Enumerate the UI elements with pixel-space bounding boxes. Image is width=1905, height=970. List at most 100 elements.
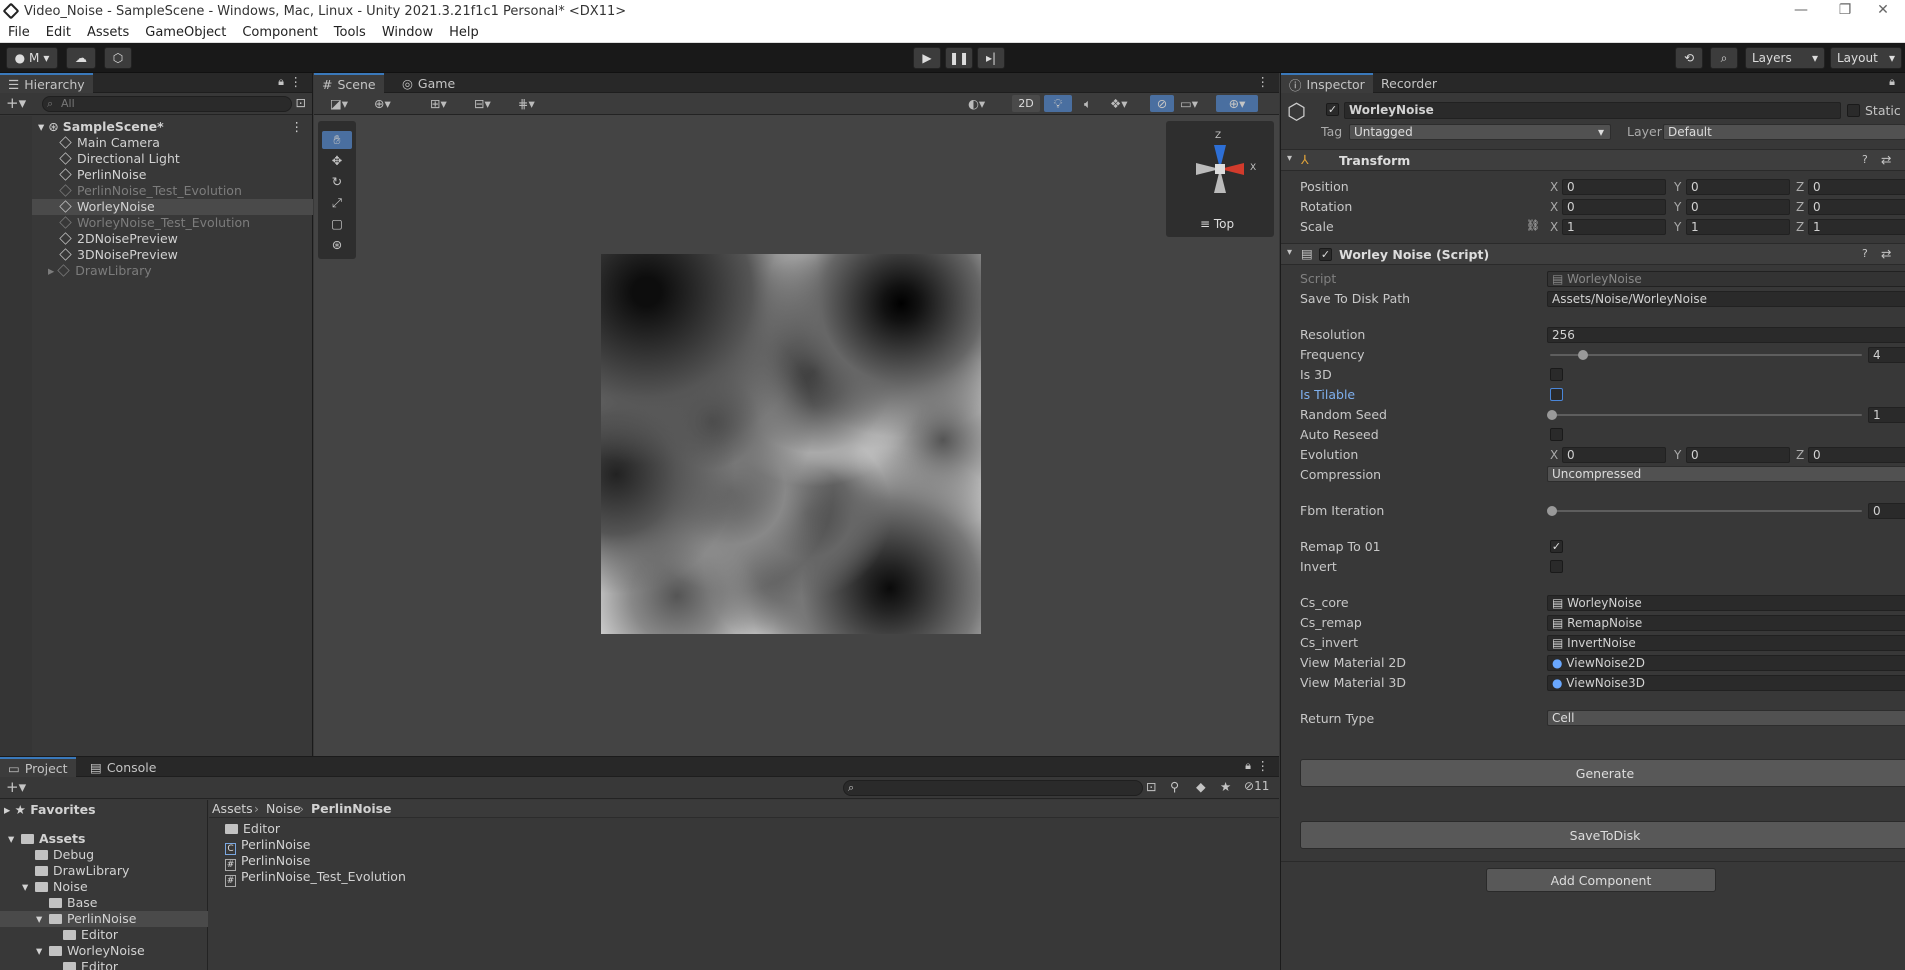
- evolution-x-input[interactable]: 0: [1562, 447, 1666, 463]
- csremap-field[interactable]: ▤ RemapNoise: [1547, 615, 1905, 631]
- fbm-slider-track[interactable]: [1550, 510, 1862, 512]
- cloud-button[interactable]: ☁: [66, 47, 96, 69]
- expand-icon[interactable]: ▾: [36, 911, 49, 927]
- vm3d-field[interactable]: ● ViewNoise3D: [1547, 675, 1905, 691]
- breadcrumb-perlinnoise[interactable]: PerlinNoise: [311, 801, 392, 817]
- pause-button[interactable]: ❚❚: [945, 47, 973, 69]
- menu-help[interactable]: Help: [441, 25, 487, 40]
- active-checkbox[interactable]: ✓: [1326, 103, 1339, 116]
- lock-icon[interactable]: 🔒︎: [278, 75, 284, 89]
- menu-edit[interactable]: Edit: [38, 25, 79, 40]
- breadcrumb-noise[interactable]: Noise: [266, 801, 301, 817]
- draw-mode-icon[interactable]: ◪▾: [330, 96, 348, 111]
- evolution-y-input[interactable]: 0: [1686, 447, 1790, 463]
- hierarchy-search-input[interactable]: ⌕ All: [42, 96, 292, 112]
- menu-tools[interactable]: Tools: [326, 25, 374, 40]
- csinvert-field[interactable]: ▤ InvertNoise: [1547, 635, 1905, 651]
- randomseed-input[interactable]: 1: [1868, 407, 1905, 423]
- frequency-slider-track[interactable]: [1550, 354, 1862, 356]
- tab-console[interactable]: ▤ Console: [82, 757, 164, 777]
- effects-icon[interactable]: ❖▾: [1110, 96, 1127, 111]
- expand-icon[interactable]: ▾: [36, 943, 49, 959]
- more-icon[interactable]: ⋮: [290, 74, 303, 89]
- favorite-icon[interactable]: ★: [1220, 779, 1231, 794]
- transform-tool-icon[interactable]: ⊛: [322, 236, 352, 254]
- audio-icon[interactable]: 🔈︎: [1084, 96, 1092, 112]
- menu-file[interactable]: File: [0, 25, 38, 40]
- add-icon[interactable]: +▾: [6, 778, 26, 796]
- hierarchy-item[interactable]: 2DNoisePreview: [0, 231, 313, 247]
- file-item[interactable]: C PerlinNoise: [225, 837, 310, 855]
- play-button[interactable]: ▶: [913, 47, 941, 69]
- position-x-input[interactable]: 0: [1562, 179, 1666, 195]
- tab-recorder[interactable]: Recorder: [1373, 73, 1445, 93]
- cscore-field[interactable]: ▤ WorleyNoise: [1547, 595, 1905, 611]
- favorites-item[interactable]: ▸ ★ Favorites: [4, 802, 96, 818]
- scale-tool-icon[interactable]: ⤢: [322, 194, 352, 212]
- grid-visibility-icon[interactable]: ⋕▾: [518, 96, 535, 111]
- rotation-y-input[interactable]: 0: [1686, 199, 1790, 215]
- static-checkbox[interactable]: [1847, 104, 1860, 117]
- randomseed-slider-track[interactable]: [1550, 414, 1862, 416]
- hierarchy-item[interactable]: WorleyNoise_Test_Evolution: [0, 215, 313, 231]
- layer-dropdown[interactable]: Default: [1663, 124, 1905, 140]
- toggle-2d-button[interactable]: 2D: [1012, 95, 1040, 112]
- frequency-slider-handle[interactable]: [1578, 350, 1588, 360]
- lock-icon[interactable]: 🔒︎: [1889, 75, 1895, 89]
- help-icon[interactable]: ?: [1862, 153, 1868, 166]
- randomseed-slider-handle[interactable]: [1547, 410, 1557, 420]
- project-tree-item[interactable]: ▾ PerlinNoise: [0, 911, 208, 927]
- increment-snap-icon[interactable]: ⊟▾: [474, 96, 491, 111]
- hierarchy-item[interactable]: ▾ ⊛ SampleScene* ⋮: [0, 119, 313, 135]
- file-item[interactable]: # PerlinNoise_Test_Evolution: [225, 869, 406, 887]
- invert-checkbox[interactable]: [1550, 560, 1563, 573]
- remap-checkbox[interactable]: ✓: [1550, 540, 1563, 553]
- close-icon[interactable]: ✕: [1861, 0, 1905, 22]
- add-icon[interactable]: +▾: [6, 94, 26, 112]
- project-tree-item[interactable]: Editor: [0, 959, 208, 970]
- savetodisk-button[interactable]: SaveToDisk: [1300, 821, 1905, 849]
- scale-z-input[interactable]: 1: [1808, 219, 1905, 235]
- hierarchy-item[interactable]: WorleyNoise: [0, 199, 313, 215]
- account-dropdown[interactable]: ● M ▾: [6, 47, 58, 69]
- add-component-button[interactable]: Add Component: [1486, 868, 1716, 892]
- search-mode-icon[interactable]: ⊡: [296, 95, 306, 110]
- more-icon[interactable]: ⋮: [291, 119, 304, 135]
- project-tree-item[interactable]: Debug: [0, 847, 208, 863]
- tag-dropdown[interactable]: Untagged ▾: [1349, 124, 1611, 140]
- script-header[interactable]: ▾ ▤ ✓ Worley Noise (Script) ? ⇄: [1281, 243, 1905, 265]
- settings-icon[interactable]: ⇄: [1881, 246, 1891, 261]
- search-button[interactable]: ⌕: [1710, 47, 1738, 69]
- project-tree-item[interactable]: DrawLibrary: [0, 863, 208, 879]
- save-path-input[interactable]: Assets/Noise/WorleyNoise: [1547, 291, 1905, 307]
- menu-component[interactable]: Component: [234, 25, 325, 40]
- evolution-z-input[interactable]: 0: [1808, 447, 1905, 463]
- rotation-x-input[interactable]: 0: [1562, 199, 1666, 215]
- layers-dropdown[interactable]: Layers ▾: [1745, 47, 1825, 69]
- minimize-icon[interactable]: —: [1779, 0, 1823, 22]
- rotation-z-input[interactable]: 0: [1808, 199, 1905, 215]
- tab-hierarchy[interactable]: ☰ Hierarchy: [0, 73, 93, 93]
- returntype-dropdown[interactable]: Cell: [1547, 710, 1905, 726]
- fbm-input[interactable]: 0: [1868, 503, 1905, 519]
- file-item[interactable]: Editor: [225, 821, 280, 837]
- expand-icon[interactable]: ▾: [22, 879, 35, 895]
- menu-assets[interactable]: Assets: [79, 25, 137, 40]
- hierarchy-item[interactable]: PerlinNoise: [0, 167, 313, 183]
- hierarchy-item[interactable]: ▸ DrawLibrary: [0, 263, 313, 279]
- settings-icon[interactable]: ⇄: [1881, 152, 1891, 167]
- lock-icon[interactable]: 🔒︎: [1245, 759, 1251, 773]
- hierarchy-item[interactable]: Directional Light: [0, 151, 313, 167]
- gizmos-icon[interactable]: ⊕▾: [1216, 95, 1258, 112]
- grid-snap-icon[interactable]: ⊞▾: [430, 96, 447, 111]
- hierarchy-item[interactable]: 3DNoisePreview: [0, 247, 313, 263]
- vm2d-field[interactable]: ● ViewNoise2D: [1547, 655, 1905, 671]
- expand-icon[interactable]: ▾: [8, 831, 21, 847]
- tab-inspector[interactable]: ⓘ Inspector: [1281, 73, 1373, 93]
- hand-tool-icon[interactable]: ✋︎: [322, 131, 352, 149]
- global-icon[interactable]: ⊕▾: [374, 96, 391, 111]
- generate-button[interactable]: Generate: [1300, 759, 1905, 787]
- rect-tool-icon[interactable]: ▢: [322, 215, 352, 233]
- history-button[interactable]: ⟲: [1675, 47, 1703, 69]
- label-icon[interactable]: ◆: [1196, 779, 1206, 794]
